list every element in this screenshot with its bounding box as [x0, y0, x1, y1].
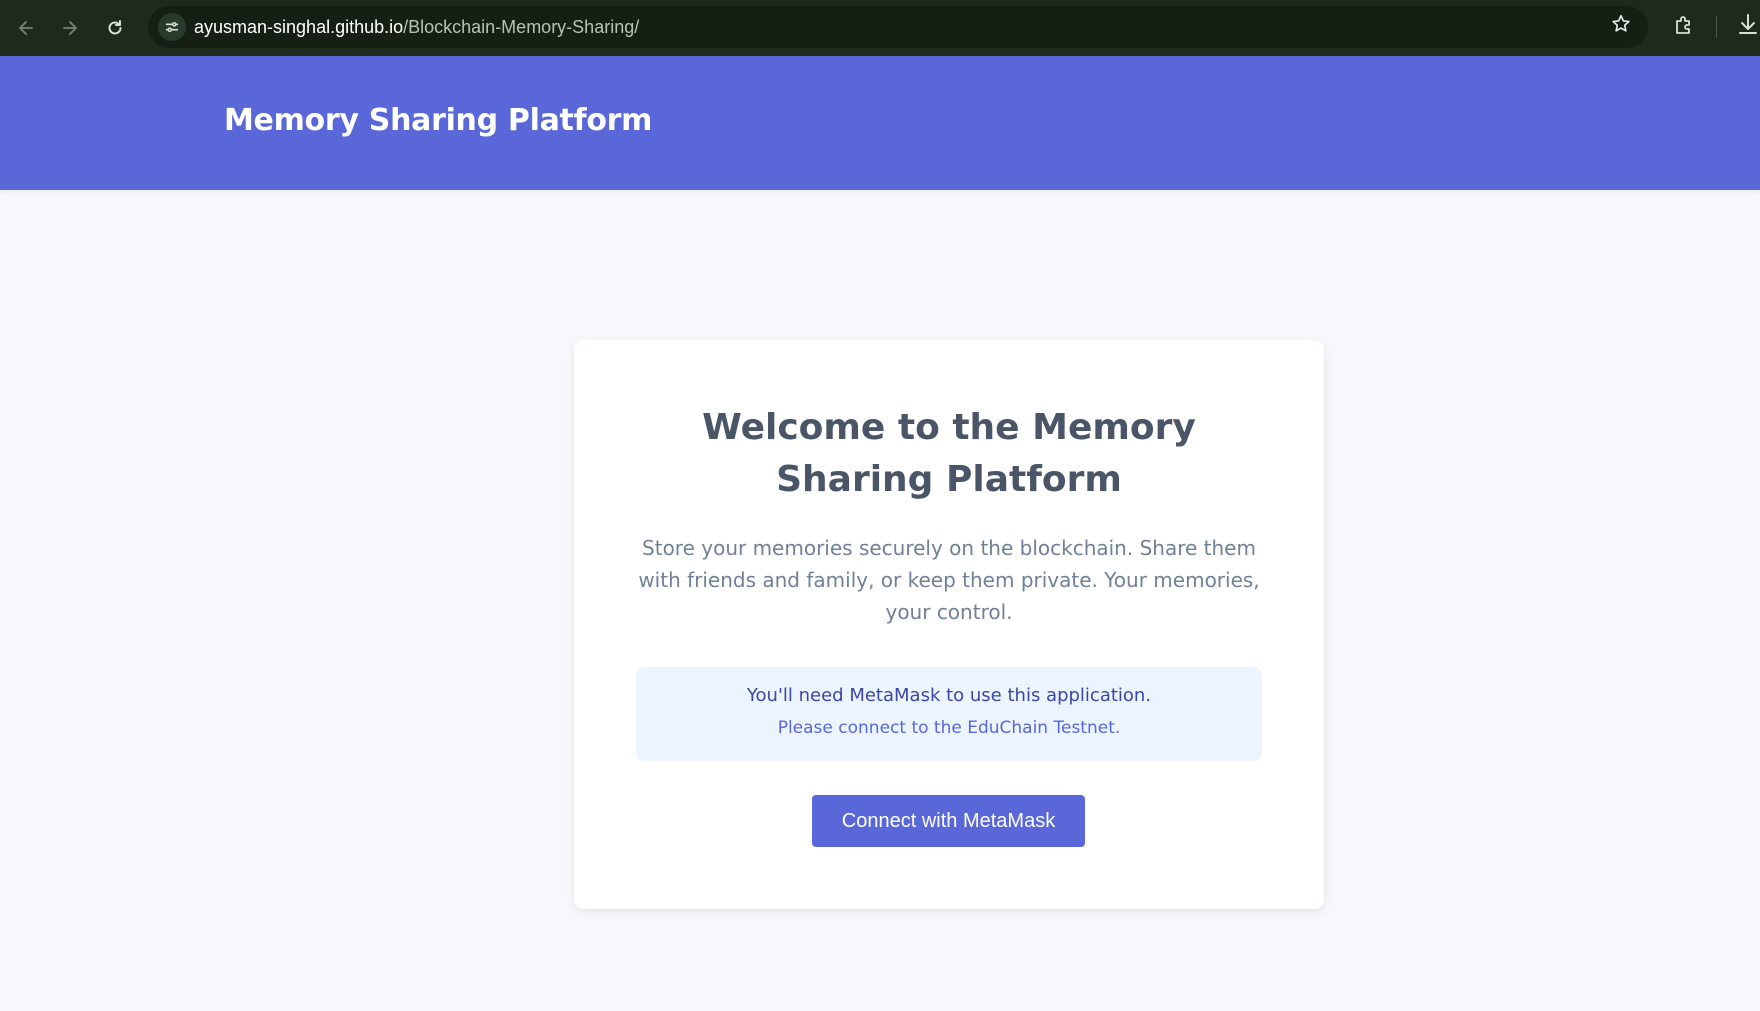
- forward-button[interactable]: [56, 14, 84, 42]
- app-title: Memory Sharing Platform: [224, 103, 653, 138]
- reload-button[interactable]: [101, 14, 129, 42]
- welcome-card: Welcome to the Memory Sharing Platform S…: [574, 340, 1324, 909]
- extensions-icon[interactable]: [1672, 13, 1696, 37]
- notice-main-text: You'll need MetaMask to use this applica…: [746, 685, 1152, 706]
- site-info-icon[interactable]: [158, 13, 186, 41]
- download-icon[interactable]: [1736, 12, 1760, 38]
- welcome-description: Store your memories securely on the bloc…: [638, 536, 1260, 624]
- url-text[interactable]: ayusman-singhal.github.io/Blockchain-Mem…: [194, 6, 639, 48]
- toolbar-divider: [1716, 16, 1717, 38]
- welcome-title: Welcome to the Memory Sharing Platform: [702, 407, 1196, 500]
- notice-sub-text: Please connect to the EduChain Testnet.: [777, 718, 1121, 738]
- app-header: Memory Sharing Platform: [0, 56, 1760, 190]
- metamask-notice: You'll need MetaMask to use this applica…: [636, 667, 1262, 761]
- back-button[interactable]: [12, 14, 40, 42]
- reload-icon: [108, 20, 122, 35]
- address-bar[interactable]: ayusman-singhal.github.io/Blockchain-Mem…: [148, 6, 1648, 48]
- forward-icon: [63, 21, 77, 35]
- bookmark-star-icon[interactable]: [1610, 13, 1632, 35]
- url-host: ayusman-singhal.github.io: [194, 17, 404, 37]
- connect-metamask-button[interactable]: Connect with MetaMask: [812, 795, 1085, 847]
- url-path: /Blockchain-Memory-Sharing/: [403, 17, 640, 37]
- browser-toolbar: ayusman-singhal.github.io/Blockchain-Mem…: [0, 0, 1760, 56]
- back-icon: [19, 21, 33, 35]
